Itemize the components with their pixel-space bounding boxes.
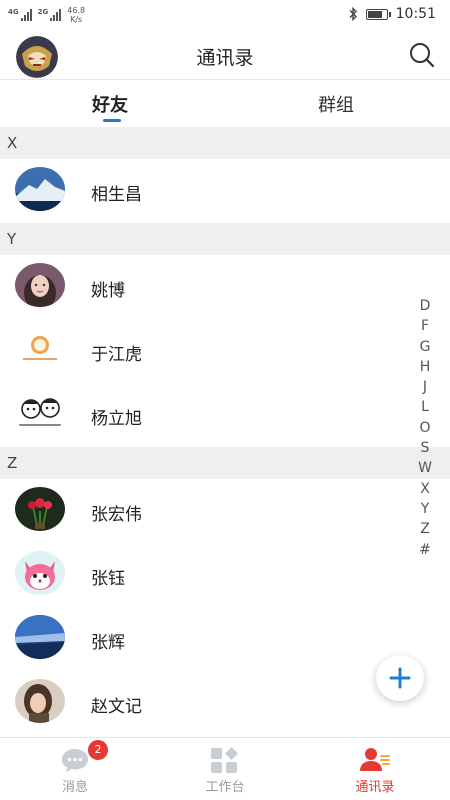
nav-messages[interactable]: 2 消息 xyxy=(0,738,150,800)
flower-photo-icon xyxy=(15,487,65,531)
network-speed: 46.8 K/s xyxy=(67,6,85,24)
section-header-z: Z xyxy=(0,447,450,479)
index-letter[interactable]: H xyxy=(420,357,431,377)
index-letter[interactable]: J xyxy=(423,377,427,397)
cartoon-fox-icon xyxy=(15,551,65,595)
contact-name: 张钰 xyxy=(91,569,125,589)
landscape-photo-icon xyxy=(15,615,65,659)
chat-bubble-icon xyxy=(62,749,88,772)
avatar xyxy=(15,551,65,595)
contact-name: 张辉 xyxy=(91,633,125,653)
avatar xyxy=(15,679,65,723)
plus-icon xyxy=(389,667,411,689)
contacts-icon xyxy=(360,748,390,771)
avatar xyxy=(15,263,65,307)
contact-name: 相生昌 xyxy=(91,185,142,205)
section-header-x: X xyxy=(0,127,450,159)
list-item[interactable]: 于江虎 xyxy=(0,319,450,383)
contact-name: 赵文记 xyxy=(91,697,142,717)
portrait-photo-icon xyxy=(15,263,65,307)
index-letter[interactable]: F xyxy=(421,316,429,336)
index-letter[interactable]: L xyxy=(421,397,429,417)
cartoon-image-icon xyxy=(15,391,65,435)
page-title: 通讯录 xyxy=(196,47,254,69)
contact-name: 姚博 xyxy=(91,281,125,301)
index-letter[interactable]: Y xyxy=(421,499,430,519)
contact-list[interactable]: X 相生昌 Y 姚博 于江虎 杨立旭 Z 张宏伟 张钰 张辉 赵文记 xyxy=(0,127,450,737)
index-letter[interactable]: W xyxy=(418,458,432,478)
network-speed-unit: K/s xyxy=(70,15,83,24)
list-item[interactable]: 张宏伟 xyxy=(0,479,450,543)
index-letter[interactable]: # xyxy=(419,540,431,560)
avatar xyxy=(15,615,65,659)
active-tab-indicator xyxy=(103,119,121,122)
nav-label: 消息 xyxy=(61,780,88,795)
tab-groups[interactable]: 群组 xyxy=(318,91,354,117)
battery-icon xyxy=(365,8,391,20)
network-speed-value: 46.8 xyxy=(67,6,86,15)
list-item[interactable]: 相生昌 xyxy=(0,159,450,223)
status-left: 4G 2G 46.8 K/s xyxy=(8,6,85,24)
app-header: 通讯录 xyxy=(0,30,450,80)
alphabet-index[interactable]: D F G H J L O S W X Y Z # xyxy=(418,296,432,560)
contact-name: 杨立旭 xyxy=(91,409,142,429)
status-time: 10:51 xyxy=(395,6,436,22)
search-button[interactable] xyxy=(408,41,436,69)
avatar xyxy=(15,391,65,435)
index-letter[interactable]: S xyxy=(421,438,430,458)
logo-image-icon xyxy=(15,327,65,371)
avatar xyxy=(15,327,65,371)
avatar xyxy=(15,167,65,211)
contact-name: 于江虎 xyxy=(91,345,142,365)
index-letter[interactable]: X xyxy=(420,479,430,499)
bluetooth-icon xyxy=(349,7,357,21)
signal-icon: 2G xyxy=(38,9,62,21)
nav-workbench[interactable]: 工作台 xyxy=(150,738,300,800)
grid-apps-icon xyxy=(211,747,238,773)
list-item[interactable]: 杨立旭 xyxy=(0,383,450,447)
index-letter[interactable]: G xyxy=(420,337,431,357)
tab-friends[interactable]: 好友 xyxy=(92,91,128,117)
list-item[interactable]: 姚博 xyxy=(0,255,450,319)
contacts-tabs: 好友 群组 xyxy=(0,81,450,127)
index-letter[interactable]: O xyxy=(419,418,430,438)
signal-icon: 4G xyxy=(8,9,32,21)
avatar xyxy=(15,487,65,531)
add-contact-button[interactable] xyxy=(376,655,424,701)
unread-badge: 2 xyxy=(88,740,108,760)
nav-label: 工作台 xyxy=(205,780,245,795)
index-letter[interactable]: Z xyxy=(420,519,430,539)
contact-name: 张宏伟 xyxy=(91,505,142,525)
status-bar: 4G 2G 46.8 K/s 10:51 xyxy=(0,0,450,30)
list-item[interactable]: 张钰 xyxy=(0,543,450,607)
status-right: 10:51 xyxy=(348,6,436,22)
nav-contacts[interactable]: 通讯录 xyxy=(300,738,450,800)
section-header-y: Y xyxy=(0,223,450,255)
portrait-photo-icon xyxy=(15,679,65,723)
nav-label: 通讯录 xyxy=(355,780,395,795)
network-type-label: 4G xyxy=(8,8,19,16)
network-type-label: 2G xyxy=(37,8,49,16)
bottom-nav: 2 消息 工作台 通讯录 xyxy=(0,737,450,800)
mountain-photo-icon xyxy=(15,167,65,211)
search-icon xyxy=(410,43,435,68)
index-letter[interactable]: D xyxy=(420,296,431,316)
